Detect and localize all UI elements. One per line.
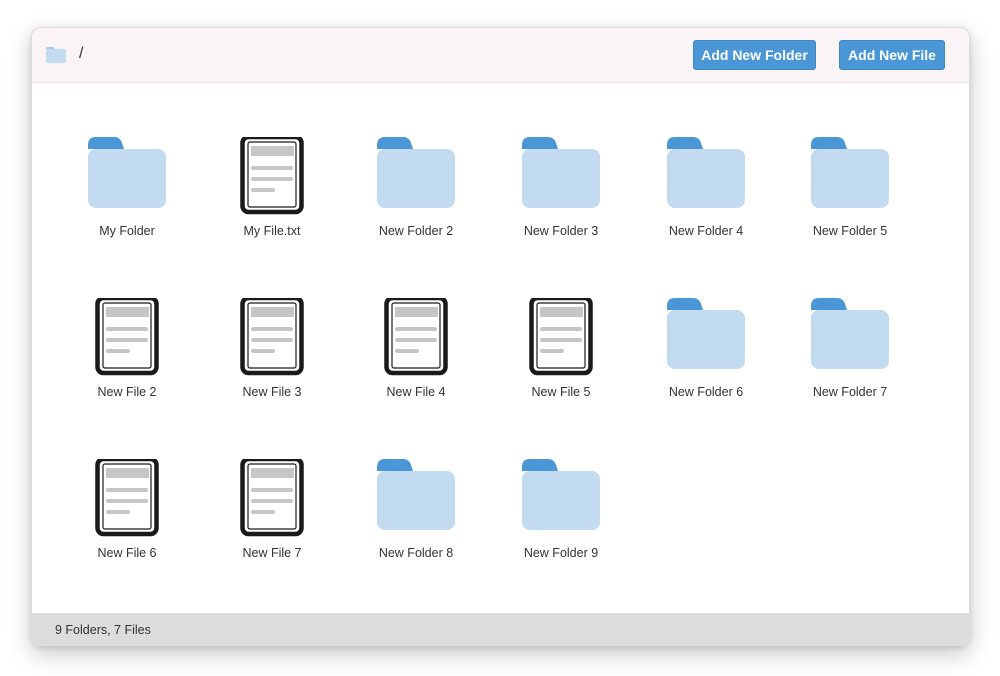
folder-icon — [667, 298, 745, 376]
item-label: New Folder 7 — [812, 385, 888, 399]
add-new-folder-button[interactable]: Add New Folder — [693, 40, 816, 70]
folder-icon — [377, 137, 455, 215]
item-label: New File 5 — [531, 385, 591, 399]
document-icon — [233, 456, 311, 537]
item-label: New File 6 — [97, 546, 157, 560]
folder-item[interactable]: New Folder 8 — [356, 459, 476, 569]
item-label: New File 3 — [242, 385, 302, 399]
document-icon — [377, 295, 455, 376]
folder-icon — [88, 137, 166, 215]
document-icon — [88, 295, 166, 376]
item-label: New Folder 9 — [523, 546, 599, 560]
item-label: New File 7 — [242, 546, 302, 560]
item-label: New Folder 5 — [812, 224, 888, 238]
folder-icon — [811, 298, 889, 376]
file-item[interactable]: New File 2 — [67, 295, 187, 408]
document-icon — [233, 134, 311, 215]
folder-item[interactable]: New Folder 5 — [790, 137, 910, 247]
item-label: New Folder 2 — [378, 224, 454, 238]
folder-icon — [522, 459, 600, 537]
item-label: New Folder 6 — [668, 385, 744, 399]
folder-icon — [46, 47, 66, 63]
item-label: New Folder 8 — [378, 546, 454, 560]
file-item[interactable]: My File.txt — [212, 134, 332, 247]
status-summary: 9 Folders, 7 Files — [55, 623, 151, 637]
file-grid: My Folder My File.txt New Folder 2 New Fold… — [32, 83, 969, 613]
document-icon — [88, 456, 166, 537]
document-icon — [233, 295, 311, 376]
file-item[interactable]: New File 5 — [501, 295, 621, 408]
folder-icon — [811, 137, 889, 215]
file-item[interactable]: New File 6 — [67, 456, 187, 569]
folder-item[interactable]: New Folder 2 — [356, 137, 476, 247]
item-label: My File.txt — [243, 224, 301, 238]
item-label: My Folder — [99, 224, 155, 238]
toolbar: / Add New Folder Add New File — [32, 28, 969, 83]
item-label: New Folder 4 — [668, 224, 744, 238]
item-label: New File 2 — [97, 385, 157, 399]
folder-item[interactable]: New Folder 9 — [501, 459, 621, 569]
folder-item[interactable]: My Folder — [67, 137, 187, 247]
status-bar: 9 Folders, 7 Files — [32, 613, 969, 645]
add-new-file-button[interactable]: Add New File — [839, 40, 945, 70]
file-item[interactable]: New File 7 — [212, 456, 332, 569]
folder-icon — [667, 137, 745, 215]
folder-icon — [522, 137, 600, 215]
folder-item[interactable]: New Folder 7 — [790, 298, 910, 408]
document-icon — [522, 295, 600, 376]
breadcrumb-path: / — [79, 45, 84, 62]
file-item[interactable]: New File 4 — [356, 295, 476, 408]
item-label: New Folder 3 — [523, 224, 599, 238]
item-label: New File 4 — [386, 385, 446, 399]
folder-item[interactable]: New Folder 6 — [646, 298, 766, 408]
folder-icon — [377, 459, 455, 537]
file-manager-window: / Add New Folder Add New File My Folder M… — [31, 27, 970, 646]
folder-item[interactable]: New Folder 4 — [646, 137, 766, 247]
file-item[interactable]: New File 3 — [212, 295, 332, 408]
folder-item[interactable]: New Folder 3 — [501, 137, 621, 247]
